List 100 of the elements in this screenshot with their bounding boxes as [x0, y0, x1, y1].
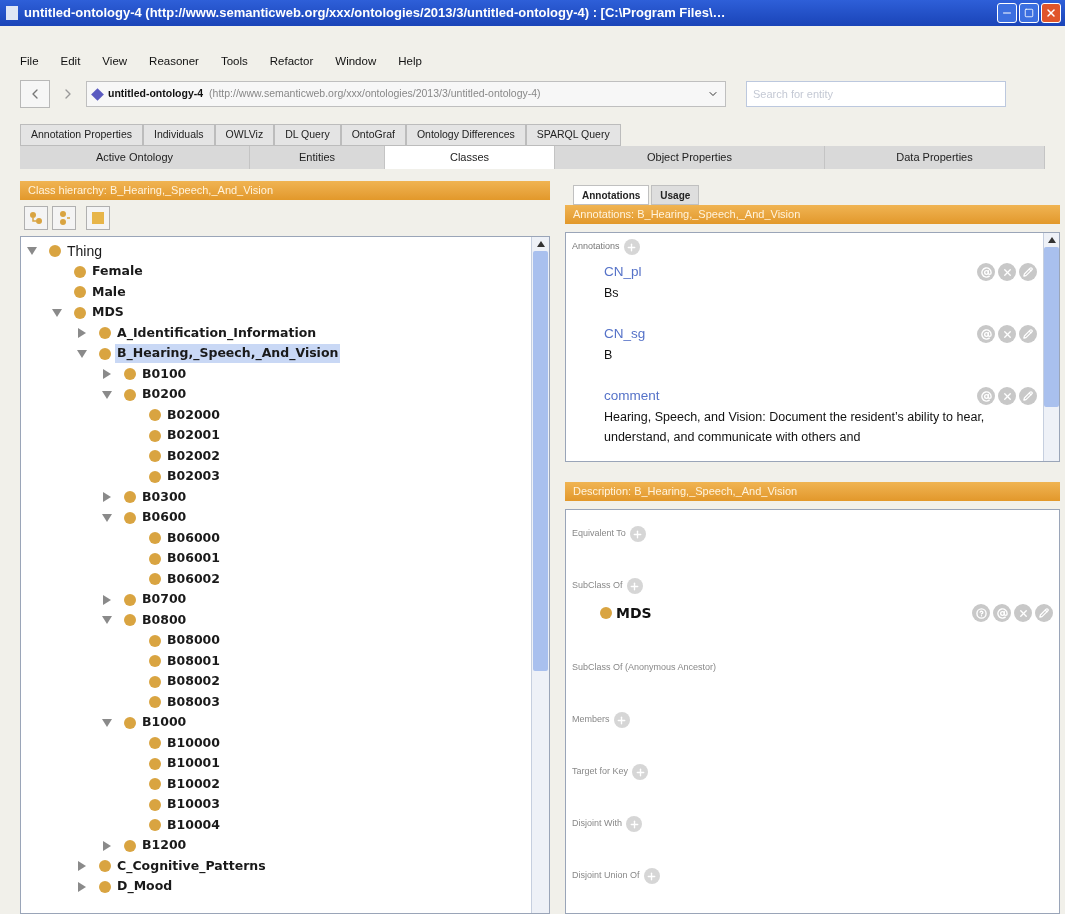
tree-item[interactable]: B10001 [165, 754, 222, 774]
collapsed-triangle-icon[interactable] [77, 881, 87, 892]
add-button[interactable] [632, 764, 649, 780]
tree-item[interactable]: B02002 [165, 446, 222, 466]
delete-button[interactable] [998, 387, 1016, 405]
annotation-property-link[interactable]: comment [604, 385, 977, 407]
tree-item[interactable]: B02000 [165, 405, 222, 425]
expanded-triangle-icon[interactable] [52, 307, 62, 318]
scroll-up-icon[interactable] [536, 241, 545, 247]
annotation-property-link[interactable]: CN_sg [604, 323, 977, 345]
scrollbar-thumb[interactable] [1044, 247, 1059, 407]
annotate-button[interactable] [977, 263, 995, 281]
tree-item[interactable]: B08001 [165, 651, 222, 671]
tree-item[interactable]: B_Hearing,_Speech,_And_Vision [115, 344, 341, 364]
delete-button[interactable] [998, 325, 1016, 343]
tree-item[interactable]: B1200 [140, 836, 189, 856]
tree-item[interactable]: B0700 [140, 590, 189, 610]
tree-item[interactable]: B06000 [165, 528, 222, 548]
expanded-triangle-icon[interactable] [102, 512, 112, 523]
scroll-up-icon[interactable] [1047, 237, 1056, 243]
expanded-triangle-icon[interactable] [102, 615, 112, 626]
add-button[interactable] [629, 526, 646, 542]
annotate-button[interactable] [977, 387, 995, 405]
tree-item[interactable]: B0600 [140, 508, 189, 528]
tab[interactable]: Active Ontology [20, 146, 250, 169]
tree-item[interactable]: B02001 [165, 426, 222, 446]
tree-item[interactable]: A_Identification_Information [115, 323, 319, 343]
tree-item[interactable]: B08002 [165, 672, 222, 692]
tree-item[interactable]: B02003 [165, 467, 222, 487]
back-button[interactable] [20, 80, 50, 108]
expanded-triangle-icon[interactable] [102, 717, 112, 728]
tree-item[interactable]: Female [90, 262, 145, 282]
expanded-triangle-icon[interactable] [102, 389, 112, 400]
tree-item[interactable]: B06001 [165, 549, 222, 569]
tree-item[interactable]: B10004 [165, 815, 222, 835]
tree-item[interactable]: B08000 [165, 631, 222, 651]
tree-item[interactable]: B06002 [165, 569, 222, 589]
edit-button[interactable] [1035, 604, 1053, 622]
tree-item[interactable]: Thing [65, 240, 105, 262]
add-button[interactable] [613, 712, 630, 728]
menu-item[interactable]: Window [335, 53, 377, 71]
delete-button[interactable] [998, 263, 1016, 281]
tree-item[interactable]: B0300 [140, 487, 189, 507]
explain-button[interactable] [972, 604, 990, 622]
tree-item[interactable]: B0800 [140, 610, 189, 630]
collapsed-triangle-icon[interactable] [102, 840, 112, 851]
tab[interactable]: Data Properties [825, 146, 1045, 169]
tab[interactable]: OntoGraf [340, 124, 406, 146]
menu-item[interactable]: View [102, 53, 128, 71]
collapsed-triangle-icon[interactable] [102, 369, 112, 380]
collapsed-triangle-icon[interactable] [77, 328, 87, 339]
expanded-triangle-icon[interactable] [27, 246, 37, 257]
delete-button[interactable] [1014, 604, 1032, 622]
tab[interactable]: Usage [651, 185, 700, 205]
tab[interactable]: Classes [385, 146, 555, 169]
expanded-triangle-icon[interactable] [77, 348, 87, 359]
tree-item[interactable]: B10002 [165, 774, 222, 794]
tab[interactable]: Annotations [573, 185, 650, 205]
menu-item[interactable]: Reasoner [149, 53, 199, 71]
tree-item[interactable]: B0100 [140, 364, 189, 384]
add-sibling-button[interactable] [52, 206, 76, 230]
ontology-selector[interactable]: untitled-ontology-4 (http://www.semanticweb.org/xxx/ontologies/2013/3/untitled-ontology-4) [86, 81, 726, 107]
add-button[interactable] [623, 239, 640, 255]
tab[interactable]: Entities [250, 146, 385, 169]
edit-button[interactable] [1019, 263, 1037, 281]
tab[interactable]: Annotation Properties [20, 124, 143, 146]
tab[interactable]: OWLViz [214, 124, 275, 146]
scrollbar-thumb[interactable] [533, 251, 548, 671]
annotate-button[interactable] [977, 325, 995, 343]
tab[interactable]: Object Properties [555, 146, 825, 169]
edit-button[interactable] [1019, 387, 1037, 405]
close-button[interactable] [1041, 3, 1061, 23]
delete-class-button[interactable] [86, 206, 110, 230]
maximize-button[interactable] [1019, 3, 1039, 23]
tree-item[interactable]: MDS [90, 303, 126, 323]
tree-item[interactable]: D_Mood [115, 877, 175, 897]
tab[interactable]: Ontology Differences [405, 124, 526, 146]
collapsed-triangle-icon[interactable] [102, 492, 112, 503]
scrollbar[interactable] [531, 237, 549, 913]
tree-item[interactable]: B1000 [140, 713, 189, 733]
tree-item[interactable]: B10003 [165, 795, 222, 815]
tab[interactable]: SPARQL Query [525, 124, 621, 146]
menu-item[interactable]: File [20, 53, 39, 71]
menu-item[interactable]: Edit [60, 53, 81, 71]
tab[interactable]: Individuals [143, 124, 215, 146]
add-button[interactable] [643, 868, 660, 884]
tree-item[interactable]: Male [90, 282, 128, 302]
tree-item[interactable]: B10000 [165, 733, 222, 753]
collapsed-triangle-icon[interactable] [77, 861, 87, 872]
minimize-button[interactable] [997, 3, 1017, 23]
search-field[interactable]: Search for entity [746, 81, 1006, 107]
add-button[interactable] [626, 816, 642, 832]
edit-button[interactable] [1019, 325, 1037, 343]
tree-item[interactable]: B0200 [140, 385, 189, 405]
tab[interactable]: DL Query [274, 124, 341, 146]
annotate-button[interactable] [993, 604, 1011, 622]
menu-item[interactable]: Refactor [269, 53, 314, 71]
menu-item[interactable]: Tools [220, 53, 248, 71]
add-subclass-button[interactable] [24, 206, 48, 230]
collapsed-triangle-icon[interactable] [102, 594, 112, 605]
